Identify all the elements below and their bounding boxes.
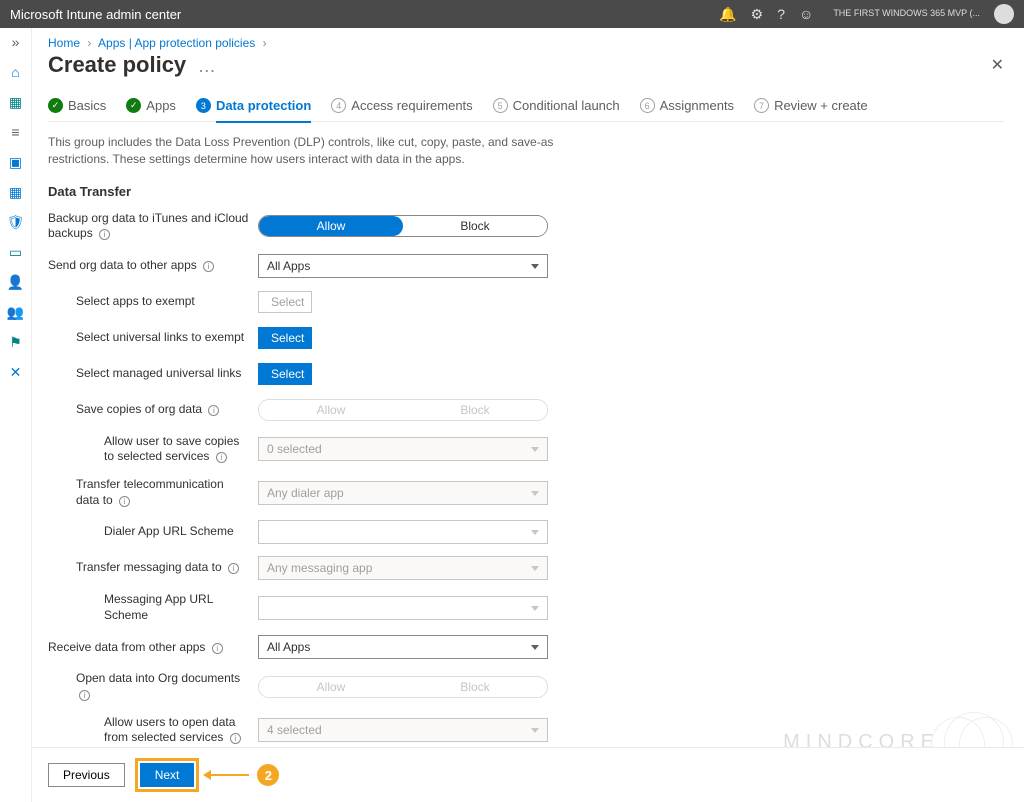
toggle-backup[interactable]: Allow Block	[258, 215, 548, 237]
users-icon[interactable]: 👤	[8, 274, 24, 290]
help-icon[interactable]: ?	[777, 6, 785, 22]
step-apps[interactable]: Apps	[126, 98, 176, 113]
select-receive-data[interactable]: All Apps	[258, 635, 548, 659]
wizard-steps: Basics Apps 3Data protection 4Access req…	[48, 98, 1004, 122]
toggle-save-copies: Allow Block	[258, 399, 548, 421]
select-transfer-messaging: Any messaging app	[258, 556, 548, 580]
step-conditional-launch[interactable]: 5Conditional launch	[493, 98, 620, 113]
step-access-requirements[interactable]: 4Access requirements	[331, 98, 472, 113]
label-transfer-messaging: Transfer messaging data to i	[48, 560, 258, 576]
breadcrumb: Home › Apps | App protection policies ›	[48, 36, 1004, 50]
toggle-open-org-docs: Allow Block	[258, 676, 548, 698]
label-allow-open-services: Allow users to open data from selected s…	[48, 715, 258, 746]
label-exempt-apps: Select apps to exempt	[48, 294, 258, 310]
groups-icon[interactable]: 👥	[8, 304, 24, 320]
more-actions-icon[interactable]: …	[198, 56, 216, 76]
breadcrumb-item[interactable]: Home	[48, 36, 80, 50]
dashboard-icon[interactable]: ▦	[8, 94, 24, 110]
callout-2: 2	[209, 764, 279, 786]
wizard-footer: Previous Next 2	[32, 747, 1024, 802]
breadcrumb-item[interactable]: Apps | App protection policies	[98, 36, 255, 50]
avatar[interactable]	[994, 4, 1014, 24]
info-icon[interactable]: i	[79, 690, 90, 701]
info-icon[interactable]: i	[203, 261, 214, 272]
label-managed-links: Select managed universal links	[48, 366, 258, 382]
step-assignments[interactable]: 6Assignments	[640, 98, 734, 113]
label-exempt-links: Select universal links to exempt	[48, 330, 258, 346]
account-label: THE FIRST WINDOWS 365 MVP (...	[833, 9, 980, 19]
input-messaging-scheme	[258, 596, 548, 620]
page-title: Create policy	[48, 52, 186, 77]
apps-icon[interactable]: ▦	[8, 184, 24, 200]
select-managed-links-button[interactable]: Select	[258, 363, 312, 385]
step-description: This group includes the Data Loss Preven…	[48, 134, 608, 168]
info-icon[interactable]: i	[99, 229, 110, 240]
label-receive-data: Receive data from other apps i	[48, 640, 258, 656]
select-exempt-links-button[interactable]: Select	[258, 327, 312, 349]
step-review-create[interactable]: 7Review + create	[754, 98, 868, 113]
settings-icon[interactable]: ⚙	[751, 6, 764, 23]
tenant-admin-icon[interactable]: ⚑	[8, 334, 24, 350]
product-title: Microsoft Intune admin center	[10, 7, 181, 22]
label-save-copies: Save copies of org data i	[48, 402, 258, 418]
notifications-icon[interactable]: 🔔	[719, 6, 736, 23]
input-dialer-scheme	[258, 520, 548, 544]
info-icon[interactable]: i	[228, 563, 239, 574]
home-icon[interactable]: ⌂	[8, 64, 24, 80]
label-send-org-data: Send org data to other apps i	[48, 258, 258, 274]
topbar: Microsoft Intune admin center 🔔 ⚙ ? ☺ TH…	[0, 0, 1024, 28]
select-open-services: 4 selected	[258, 718, 548, 742]
label-dialer-scheme: Dialer App URL Scheme	[48, 524, 258, 540]
all-services-icon[interactable]: ≡	[8, 124, 24, 140]
label-backup: Backup org data to iTunes and iCloud bac…	[48, 211, 258, 242]
label-transfer-telecom: Transfer telecommunication data to i	[48, 477, 258, 508]
step-data-protection[interactable]: 3Data protection	[196, 98, 311, 113]
info-icon[interactable]: i	[230, 733, 241, 744]
previous-button[interactable]: Previous	[48, 763, 125, 787]
info-icon[interactable]: i	[212, 643, 223, 654]
menu-toggle-icon[interactable]: »	[8, 34, 24, 50]
info-icon[interactable]: i	[119, 496, 130, 507]
section-data-transfer: Data Transfer	[48, 184, 1004, 199]
left-nav-rail: » ⌂ ▦ ≡ ▣ ▦ 🛡 ▭ 👤 👥 ⚑ ✕	[0, 28, 32, 802]
info-icon[interactable]: i	[208, 405, 219, 416]
select-save-services: 0 selected	[258, 437, 548, 461]
devices-icon[interactable]: ▣	[8, 154, 24, 170]
feedback-icon[interactable]: ☺	[799, 6, 813, 22]
next-button[interactable]: Next	[140, 763, 195, 787]
label-allow-save-services: Allow user to save copies to selected se…	[48, 434, 258, 465]
close-icon[interactable]: ✕	[991, 55, 1004, 75]
endpoint-security-icon[interactable]: 🛡	[8, 214, 24, 230]
troubleshoot-icon[interactable]: ✕	[8, 364, 24, 380]
select-send-org-data[interactable]: All Apps	[258, 254, 548, 278]
select-exempt-apps-button: Select	[258, 291, 312, 313]
info-icon[interactable]: i	[216, 452, 227, 463]
label-open-org-docs: Open data into Org documents i	[48, 671, 258, 702]
highlight-box-2: Next	[135, 758, 200, 792]
step-basics[interactable]: Basics	[48, 98, 106, 113]
select-transfer-telecom: Any dialer app	[258, 481, 548, 505]
reports-icon[interactable]: ▭	[8, 244, 24, 260]
label-messaging-scheme: Messaging App URL Scheme	[48, 592, 258, 623]
